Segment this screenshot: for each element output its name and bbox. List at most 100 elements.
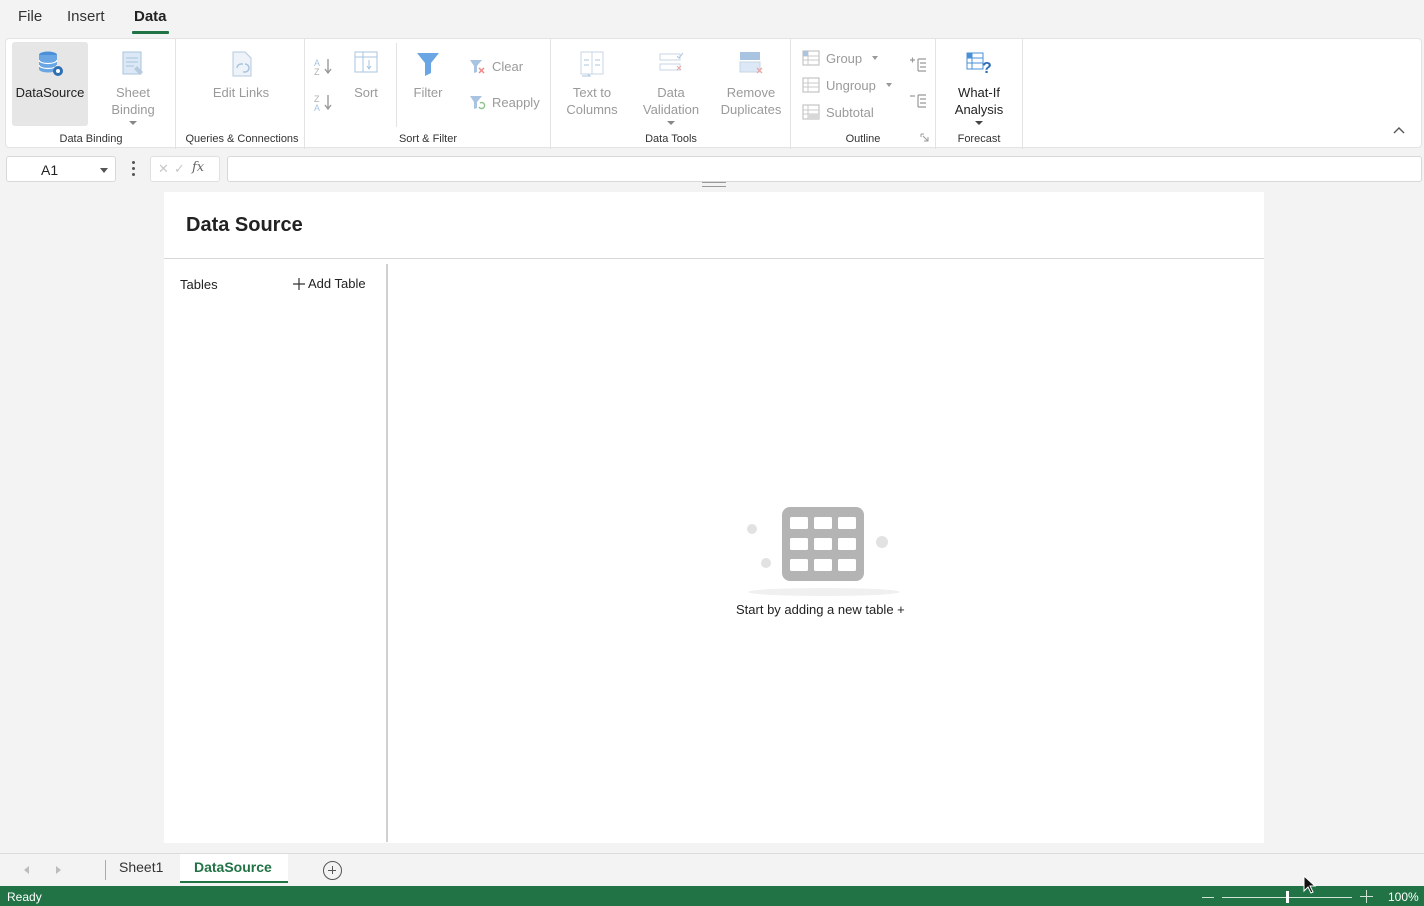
group-label-data-tools: Data Tools — [645, 133, 697, 145]
subtotal-icon — [802, 104, 820, 120]
what-if-analysis-icon: ? — [966, 52, 992, 77]
zoom-level[interactable]: 100% — [1388, 890, 1419, 904]
show-detail-icon[interactable] — [908, 55, 928, 75]
menu-tab-data[interactable]: Data — [132, 8, 169, 34]
add-table-label: Add Table — [308, 276, 366, 291]
cancel-icon[interactable]: ✕ — [158, 161, 169, 177]
data-validation-label-1: Data — [657, 85, 685, 100]
name-box[interactable]: A1 — [6, 156, 116, 182]
filter-label: Filter — [413, 85, 443, 100]
svg-text:Z: Z — [314, 67, 320, 77]
ribbon: DataSource Sheet Binding Data Binding Ed… — [5, 38, 1422, 149]
what-if-label-1: What-If — [958, 85, 1000, 100]
group-icon — [802, 50, 820, 66]
zoom-in-icon[interactable] — [1360, 890, 1373, 903]
data-source-panel: Data Source Tables Add Table Start by ad… — [164, 192, 1264, 843]
sheet-tab-bar: Sheet1 DataSource — [0, 853, 1424, 886]
sheet-tab-sheet1[interactable]: Sheet1 — [119, 859, 163, 875]
plus-icon — [293, 277, 305, 290]
add-table-button[interactable]: Add Table — [292, 276, 366, 291]
chevron-down-icon — [885, 83, 892, 87]
more-options-icon[interactable] — [130, 160, 136, 178]
sheet-tab-datasource[interactable]: DataSource — [180, 854, 288, 883]
collapse-ribbon-icon[interactable] — [1393, 126, 1405, 134]
filter-icon — [417, 53, 439, 76]
divider — [386, 264, 388, 842]
group-divider — [550, 39, 551, 149]
datasource-label: DataSource — [15, 85, 85, 100]
group-divider — [175, 39, 176, 149]
remove-duplicates-button[interactable]: Remove Duplicates — [716, 48, 786, 118]
clear-label: Clear — [492, 58, 524, 74]
insert-function-icon[interactable]: fx — [192, 160, 204, 175]
ungroup-button[interactable]: Ungroup — [802, 76, 892, 94]
tables-label: Tables — [180, 277, 218, 292]
text-to-columns-label-1: Text to — [572, 85, 612, 100]
empty-state-message[interactable]: Start by adding a new table + — [736, 602, 905, 617]
sort-button[interactable]: Sort — [346, 48, 386, 101]
sort-descending-icon[interactable]: Z A — [312, 91, 334, 113]
divider — [164, 258, 1264, 259]
add-sheet-icon[interactable] — [323, 861, 342, 880]
group-label-forecast: Forecast — [957, 133, 1001, 145]
sort-label: Sort — [354, 85, 378, 100]
group-label-sort-filter: Sort & Filter — [398, 133, 458, 145]
remove-duplicates-icon — [739, 52, 763, 74]
group-label-queries: Queries & Connections — [185, 133, 299, 145]
status-bar: Ready 100% — [0, 886, 1424, 906]
sheet-binding-label-1: Sheet — [116, 85, 150, 100]
resize-handle[interactable] — [702, 182, 726, 187]
filter-button[interactable]: Filter — [408, 48, 448, 101]
next-sheet-icon[interactable] — [56, 866, 61, 874]
menu-tab-file[interactable]: File — [18, 8, 42, 25]
previous-sheet-icon[interactable] — [24, 866, 29, 874]
chevron-down-icon[interactable] — [100, 168, 108, 173]
edit-links-button[interactable]: Edit Links — [206, 48, 276, 101]
chevron-down-icon — [129, 121, 137, 125]
menu-tab-insert[interactable]: Insert — [67, 8, 105, 25]
text-to-columns-icon — [580, 51, 604, 77]
confirm-icon[interactable]: ✓ — [174, 161, 185, 177]
status-text: Ready — [7, 890, 42, 904]
group-divider — [790, 39, 791, 149]
ungroup-icon — [802, 77, 820, 93]
subtotal-label: Subtotal — [826, 104, 874, 120]
chevron-down-icon — [975, 121, 983, 125]
sheet-binding-label-2: Binding — [111, 102, 155, 117]
remove-duplicates-label-1: Remove — [726, 85, 776, 100]
menu-bar: File Insert Data — [0, 0, 1424, 36]
data-validation-icon — [659, 52, 684, 71]
sort-icon — [354, 51, 378, 73]
zoom-out-icon[interactable] — [1202, 897, 1214, 898]
text-to-columns-button[interactable]: Text to Columns — [560, 48, 624, 118]
subtotal-button[interactable]: Subtotal — [802, 103, 874, 121]
remove-duplicates-label-2: Duplicates — [720, 102, 782, 117]
zoom-slider-thumb[interactable] — [1286, 891, 1289, 903]
menu-tab-data-label: Data — [134, 8, 167, 25]
svg-text:?: ? — [982, 60, 992, 77]
reapply-button[interactable]: Reapply — [468, 93, 540, 111]
mouse-cursor-icon — [1303, 875, 1317, 894]
group-label-data-binding: Data Binding — [59, 133, 123, 145]
edit-links-label: Edit Links — [212, 85, 270, 100]
reapply-filter-icon — [470, 96, 486, 110]
empty-table-icon — [747, 507, 900, 596]
formula-input[interactable] — [227, 156, 1422, 182]
database-icon — [38, 51, 63, 76]
chevron-down-icon — [872, 56, 879, 60]
group-button[interactable]: Group — [802, 49, 879, 67]
sheet-binding-icon — [122, 51, 143, 75]
name-box-value: A1 — [41, 162, 59, 178]
formula-controls: ✕ ✓ fx — [150, 156, 220, 182]
sort-ascending-icon[interactable]: A Z — [312, 55, 334, 77]
what-if-analysis-button[interactable]: ? What-If Analysis — [946, 48, 1012, 125]
sheet-binding-button[interactable]: Sheet Binding — [102, 48, 164, 125]
datasource-button[interactable]: DataSource — [12, 42, 88, 126]
clear-button[interactable]: Clear — [468, 57, 523, 75]
active-tab-indicator — [132, 31, 169, 34]
hide-detail-icon[interactable] — [908, 91, 928, 111]
data-validation-button[interactable]: Data Validation — [638, 48, 704, 125]
svg-text:A: A — [314, 103, 320, 113]
clear-filter-icon — [470, 60, 485, 74]
dialog-launcher-icon[interactable] — [920, 133, 929, 142]
